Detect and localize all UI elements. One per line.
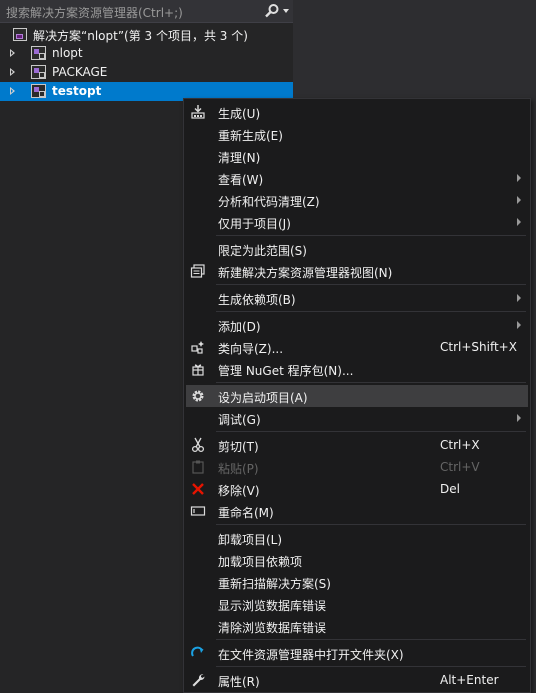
menu-item-analyze[interactable]: 分析和代码清理(Z)	[186, 189, 528, 211]
expand-arrow-icon[interactable]	[10, 68, 15, 76]
menu-separator	[216, 382, 526, 383]
menu-item-load-deps[interactable]: 加载项目依赖项	[186, 549, 528, 571]
search-input[interactable]: 搜索解决方案资源管理器(Ctrl+;)	[6, 4, 183, 21]
gear-icon	[192, 390, 204, 402]
menu-item-unload[interactable]: 卸载项目(L)	[186, 527, 528, 549]
menu-item-build[interactable]: 生成(U)	[186, 101, 528, 123]
menu-item-rebuild[interactable]: 重新生成(E)	[186, 123, 528, 145]
tree-project-nlopt[interactable]: nlopt	[0, 44, 293, 63]
solution-explorer-search[interactable]: 搜索解决方案资源管理器(Ctrl+;)	[0, 0, 293, 23]
project-label: nlopt	[52, 46, 83, 60]
solution-label: 解决方案“nlopt”(第 3 个项目，共 3 个)	[33, 29, 248, 43]
menu-item-add[interactable]: 添加(D)	[186, 314, 528, 336]
menu-item-debug[interactable]: 调试(G)	[186, 407, 528, 429]
menu-item-clear-db-errors[interactable]: 清除浏览数据库错误	[186, 615, 528, 637]
menu-item-clean[interactable]: 清理(N)	[186, 145, 528, 167]
class-wizard-icon	[191, 341, 204, 354]
menu-item-scope[interactable]: 限定为此范围(S)	[186, 238, 528, 260]
menu-separator	[216, 284, 526, 285]
menu-separator	[216, 235, 526, 236]
menu-separator	[216, 666, 526, 667]
tree-solution-node[interactable]: 解决方案“nlopt”(第 3 个项目，共 3 个)	[0, 25, 293, 44]
menu-separator	[216, 311, 526, 312]
submenu-arrow-icon	[517, 196, 521, 204]
tree-project-package[interactable]: PACKAGE	[0, 63, 293, 82]
nuget-package-icon	[192, 364, 204, 376]
expand-arrow-icon[interactable]	[10, 49, 15, 57]
menu-separator	[216, 431, 526, 432]
submenu-arrow-icon	[517, 174, 521, 182]
search-options-dropdown-icon[interactable]	[283, 9, 289, 13]
menu-item-open-folder[interactable]: 在文件资源管理器中打开文件夹(X)	[186, 642, 528, 664]
build-icon	[191, 105, 205, 119]
menu-item-cut[interactable]: 剪切(T) Ctrl+X	[186, 434, 528, 456]
rename-icon	[190, 506, 206, 516]
context-menu: 生成(U) 重新生成(E) 清理(N) 查看(W) 分析和代码清理(Z) 仅用于…	[183, 98, 531, 693]
menu-item-new-view[interactable]: 新建解决方案资源管理器视图(N)	[186, 260, 528, 282]
menu-item-view[interactable]: 查看(W)	[186, 167, 528, 189]
project-icon	[31, 65, 46, 79]
refresh-arrow-icon	[191, 646, 204, 657]
menu-item-nuget[interactable]: 管理 NuGet 程序包(N)...	[186, 358, 528, 380]
menu-item-set-startup[interactable]: 设为启动项目(A)	[186, 385, 528, 407]
search-icon[interactable]	[264, 3, 280, 19]
remove-x-icon	[192, 483, 204, 495]
menu-item-build-deps[interactable]: 生成依赖项(B)	[186, 287, 528, 309]
project-icon	[31, 84, 46, 98]
paste-icon	[192, 460, 204, 474]
menu-item-properties[interactable]: 属性(R) Alt+Enter	[186, 669, 528, 691]
new-view-icon	[190, 264, 205, 278]
submenu-arrow-icon	[517, 294, 521, 302]
menu-item-class-wizard[interactable]: 类向导(Z)... Ctrl+Shift+X	[186, 336, 528, 358]
menu-item-rename[interactable]: 重命名(M)	[186, 500, 528, 522]
expand-arrow-icon[interactable]	[10, 87, 15, 95]
project-icon	[31, 46, 46, 60]
menu-item-paste[interactable]: 粘贴(P) Ctrl+V	[186, 456, 528, 478]
submenu-arrow-icon	[517, 414, 521, 422]
menu-item-remove[interactable]: 移除(V) Del	[186, 478, 528, 500]
scissors-icon	[191, 437, 205, 453]
menu-item-rescan[interactable]: 重新扫描解决方案(S)	[186, 571, 528, 593]
submenu-arrow-icon	[517, 218, 521, 226]
solution-icon	[13, 28, 27, 41]
menu-item-project-only[interactable]: 仅用于项目(J)	[186, 211, 528, 233]
menu-separator	[216, 639, 526, 640]
project-label: testopt	[52, 84, 102, 98]
submenu-arrow-icon	[517, 321, 521, 329]
menu-item-show-db-errors[interactable]: 显示浏览数据库错误	[186, 593, 528, 615]
menu-separator	[216, 524, 526, 525]
wrench-icon	[192, 674, 205, 687]
project-label: PACKAGE	[52, 65, 108, 79]
